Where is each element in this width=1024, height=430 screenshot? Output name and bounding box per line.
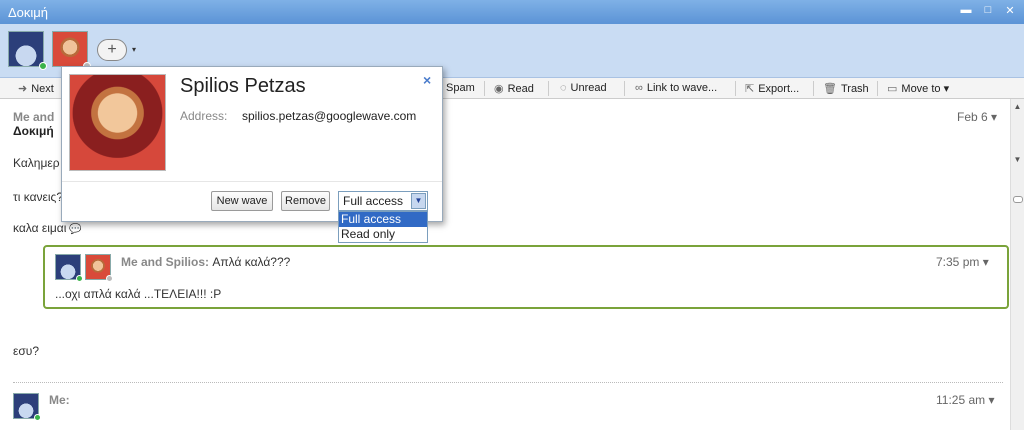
read-button[interactable]: ◉ Read: [494, 82, 534, 95]
online-status-icon: [76, 275, 83, 282]
offline-status-icon: [106, 275, 113, 282]
address-label: Address:: [180, 109, 228, 123]
reply-time[interactable]: 7:35 pm ▾: [936, 255, 989, 269]
arrow-right-icon: ➜: [18, 83, 28, 95]
export-icon: ⇱: [745, 83, 755, 95]
scroll-up-icon[interactable]: ▲: [1012, 102, 1023, 114]
toolbar-divider: [735, 81, 736, 96]
participant-name: Spilios Petzas: [180, 75, 306, 97]
remove-button[interactable]: Remove: [281, 191, 330, 211]
message-line: εσυ?: [13, 344, 39, 358]
spilios-avatar[interactable]: [52, 31, 91, 70]
chevron-down-icon[interactable]: ▼: [411, 193, 426, 209]
spam-button[interactable]: Spam: [446, 82, 475, 94]
eye-icon: ◉: [494, 83, 504, 95]
access-option-read-only[interactable]: Read only: [339, 227, 427, 242]
me-avatar[interactable]: [8, 31, 47, 70]
link-to-wave-button[interactable]: ∞ Link to wave...: [635, 82, 717, 94]
toolbar-divider: [548, 81, 549, 96]
trash-label: Trash: [840, 83, 869, 95]
chevron-down-icon: ▾: [943, 83, 950, 95]
chevron-down-icon[interactable]: ▾: [132, 45, 136, 54]
chevron-down-icon: ▾: [991, 110, 998, 124]
window-controls: ▬ □ ✕: [960, 4, 1016, 17]
close-icon[interactable]: ✕: [1004, 4, 1016, 17]
reply-body: ...οχι απλά καλά ...ΤΕΛΕΙΑ!!! :P: [55, 287, 222, 301]
time-text: 11:25 am: [936, 393, 986, 407]
blip-author: Me and: [13, 110, 55, 124]
link-label: Link to wave...: [646, 82, 718, 94]
next-label: Next: [31, 83, 54, 95]
blip-date[interactable]: Feb 6 ▾: [957, 110, 997, 124]
online-status-icon: [34, 414, 41, 421]
access-option-full[interactable]: Full access: [339, 212, 427, 227]
trash-button[interactable]: 🗑 Trash: [823, 82, 869, 95]
new-wave-button[interactable]: New wave: [211, 191, 273, 211]
next-button[interactable]: ➜ Next: [18, 82, 54, 95]
message-line: τι κανεις?: [13, 190, 64, 204]
participant-popup: Spilios Petzas Address: spilios.petzas@g…: [61, 66, 443, 243]
move-label: Move to: [901, 83, 941, 95]
scroll-down-icon[interactable]: ▼: [1012, 155, 1023, 167]
trash-icon: 🗑: [823, 83, 837, 95]
message-line: Καλημερ: [13, 156, 60, 170]
spilios-avatar[interactable]: [85, 254, 113, 282]
unread-button[interactable]: ◌ Unread: [560, 82, 607, 94]
reply-header: Me and Spilios: Απλά καλά???: [121, 255, 290, 269]
time-text: 7:35 pm: [936, 255, 980, 269]
access-selected-value: Full access: [343, 194, 404, 208]
toolbar-divider: [624, 81, 625, 96]
toolbar-divider: [877, 81, 878, 96]
minimize-icon[interactable]: ▬: [960, 4, 972, 17]
reply-snippet: Απλά καλά???: [212, 255, 291, 269]
address-value: spilios.petzas@googlewave.com: [242, 109, 417, 123]
me-avatar[interactable]: [55, 254, 83, 282]
participant-photo: [69, 74, 166, 171]
read-label: Read: [507, 83, 534, 95]
date-text: Feb 6: [957, 110, 988, 124]
maximize-icon[interactable]: □: [982, 4, 994, 17]
online-status-icon: [39, 62, 47, 70]
access-dropdown: Full access Read only: [338, 211, 428, 243]
wave-subject: Δοκιμή: [13, 124, 54, 138]
reply-bubble-icon[interactable]: 💬: [69, 224, 81, 235]
scroll-thumb[interactable]: [1013, 196, 1023, 203]
add-participant-button[interactable]: +: [97, 39, 127, 61]
window-titlebar: Δοκιμή ▬ □ ✕: [0, 0, 1024, 24]
move-to-button[interactable]: ▭ Move to ▾: [887, 82, 949, 95]
reply-blip[interactable]: Me and Spilios: Απλά καλά??? 7:35 pm ▾ .…: [43, 245, 1009, 309]
toolbar-divider: [484, 81, 485, 96]
toolbar-divider: [813, 81, 814, 96]
me-avatar[interactable]: [13, 393, 41, 421]
access-select[interactable]: Full access ▼: [338, 191, 428, 211]
popup-divider: [62, 181, 442, 182]
close-icon[interactable]: ×: [423, 72, 431, 88]
blip-author: Me:: [49, 393, 70, 407]
export-button[interactable]: ⇱ Export...: [745, 82, 799, 95]
chevron-down-icon: ▾: [988, 393, 995, 407]
blip-divider: [13, 382, 1003, 383]
scrollbar[interactable]: ▲ ▼: [1010, 99, 1024, 430]
message-line: καλα ειμαι 💬: [13, 221, 82, 235]
export-label: Export...: [758, 83, 800, 95]
reply-authors: Me and Spilios:: [121, 255, 210, 269]
folder-icon: ▭: [887, 83, 898, 95]
blip-time[interactable]: 11:25 am ▾: [936, 393, 995, 407]
spam-label: Spam: [446, 82, 475, 94]
window-title: Δοκιμή: [8, 5, 49, 20]
chevron-down-icon: ▾: [982, 255, 989, 269]
message-text: καλα ειμαι: [13, 221, 67, 235]
link-icon: ∞: [635, 82, 643, 94]
unread-label: Unread: [570, 82, 607, 94]
unread-icon: ◌: [560, 82, 567, 94]
